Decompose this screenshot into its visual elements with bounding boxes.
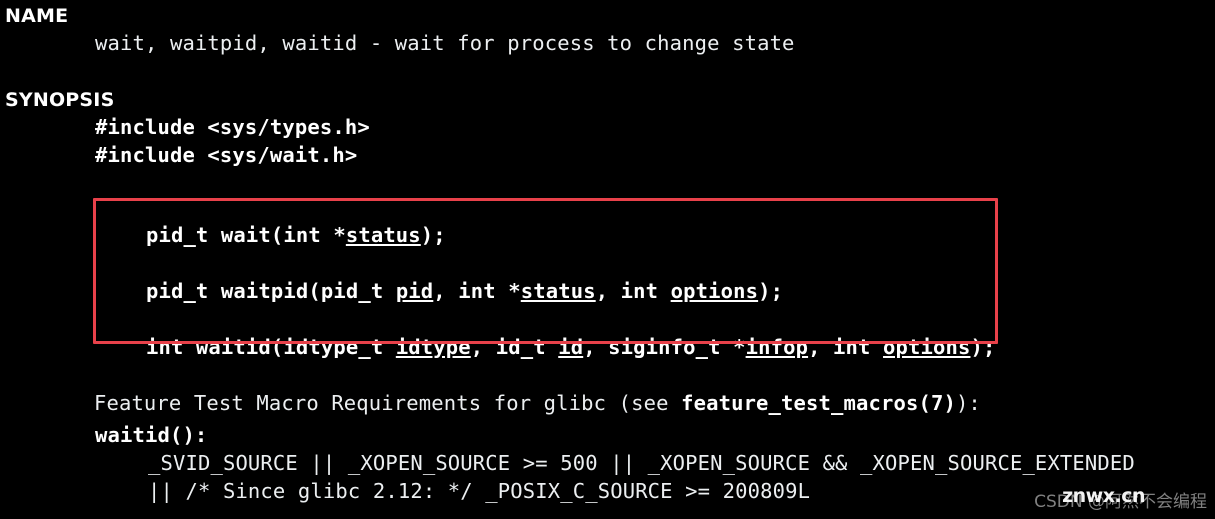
include-line-types: #include <sys/types.h> [95, 115, 370, 139]
prototype-wait-text: pid_t wait(int * [145, 223, 346, 247]
prototype-waitid-param: id [558, 335, 584, 359]
prototype-waitid-param: idtype [395, 335, 471, 359]
section-heading-synopsis: SYNOPSIS [5, 89, 115, 111]
prototype-waitid-text: , int [808, 335, 884, 359]
csdn-watermark: CSDN @阿然不会编程 znwx.cn [987, 483, 1207, 515]
section-heading-name: NAME [5, 5, 69, 27]
prototype-wait-text: ); [420, 223, 446, 247]
prototype-waitpid-text: , int [595, 279, 671, 303]
prototype-waitpid-text: , int * [433, 279, 521, 303]
prototype-waitpid-param: status [520, 279, 596, 303]
prototype-waitpid-segments: pid_t waitpid(pid_t pid, int *status, in… [146, 279, 783, 303]
prototype-wait-param: status [345, 223, 421, 247]
prototype-waitpid-text: pid_t waitpid(pid_t [145, 279, 396, 303]
prototype-waitid-text: , siginfo_t * [583, 335, 746, 359]
feature-test-macros-reference: feature_test_macros(7) [681, 391, 956, 415]
name-description-line: wait, waitpid, waitid - wait for process… [95, 31, 795, 55]
include-line-wait: #include <sys/wait.h> [95, 143, 358, 167]
prototype-wait-segments: pid_t wait(int *status); [146, 223, 446, 247]
prototype-waitid-text: ); [970, 335, 996, 359]
prototype-waitid-param: infop [745, 335, 809, 359]
watermark-site-text: znwx.cn [1062, 485, 1145, 507]
prototype-waitid-segments: int waitid(idtype_t idtype, id_t id, sig… [146, 335, 996, 359]
feature-test-lead-text: Feature Test Macro Requirements for glib… [93, 391, 682, 415]
prototype-waitid-param: options [883, 335, 971, 359]
prototype-waitpid-text: ); [758, 279, 784, 303]
prototype-waitid-text: , id_t [470, 335, 559, 359]
prototype-waitpid-param: pid [395, 279, 434, 303]
feature-test-requirement-line-1: _SVID_SOURCE || _XOPEN_SOURCE >= 500 || … [148, 451, 1135, 475]
terminal-window: NAME wait, waitpid, waitid - wait for pr… [0, 0, 1215, 519]
prototype-waitpid-param: options [670, 279, 759, 303]
feature-test-function-label: waitid(): [95, 423, 208, 447]
feature-test-trail-text: ): [955, 391, 981, 415]
feature-test-requirement-line-2: || /* Since glibc 2.12: */ _POSIX_C_SOUR… [148, 479, 811, 503]
prototype-waitid-text: int waitid(idtype_t [145, 335, 396, 359]
